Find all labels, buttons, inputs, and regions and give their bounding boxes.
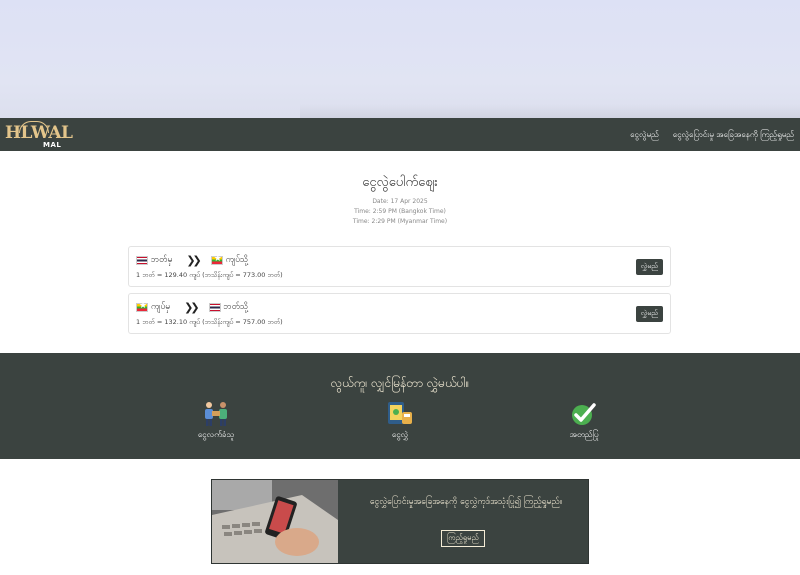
step-label: ငွေလွှဲ	[391, 430, 409, 439]
checkmark-icon	[544, 400, 624, 428]
step-label: အတည်ပြု	[569, 430, 599, 439]
double-chevron-right-icon: ❯❯	[184, 301, 200, 314]
nav-send-money[interactable]: ငွေလွဲမည်	[630, 129, 659, 141]
banner-text: ငွေလွှဲပြောင်းမှုအခြေအနေကို ငွေလွှဲကုဒ်အ…	[369, 497, 563, 507]
nav-links: ငွေလွဲမည် ငွေလွဲပြောင်းမှု အခြေအနေကို ကြ…	[630, 129, 794, 141]
hero-shadow	[300, 104, 800, 118]
transfer-button[interactable]: လွှဲမည်	[635, 306, 663, 322]
myanmar-flag-icon	[136, 301, 148, 312]
step-transfer: ငွေလွှဲ	[360, 400, 440, 441]
logo-sub-text: MAL	[43, 140, 62, 149]
exchange-rate-text: 1 ဘတ် = 132.10 ကျပ် (ဘသိန်းကျပ် = 757.00…	[136, 318, 283, 326]
rate-time-bangkok: Time: 2:59 PM (Bangkok Time)	[354, 208, 446, 215]
from-currency-label: ကျပ်မှ	[151, 301, 171, 312]
rate-card-header: ကျပ်မှ ❯❯ ဘတ်သို့	[136, 301, 248, 314]
exchange-rate-text: 1 ဘတ် = 129.40 ကျပ် (ဘသိန်းကျပ် = 773.00…	[136, 271, 283, 279]
steps-section: လွယ်ကူ၊ လျှင်မြန်တာ လွှဲမယ်ပါ။ ငွေလက်ခံသ…	[0, 353, 800, 459]
rate-card-mmk-thb: ကျပ်မှ ❯❯ ဘတ်သို့ 1 ဘတ် = 132.10 ကျပ် (ဘ…	[128, 293, 671, 334]
transfer-button[interactable]: လွှဲမည်	[635, 259, 663, 275]
from-currency-label: ဘတ်မှ	[151, 254, 173, 265]
rate-card-thb-mmk: ဘတ်မှ ❯❯ ကျပ်သို့ 1 ဘတ် = 129.40 ကျပ် (ဘ…	[128, 246, 671, 287]
myanmar-flag-icon	[210, 254, 223, 265]
people-exchange-icon	[176, 400, 256, 428]
rate-card-header: ဘတ်မှ ❯❯ ကျပ်သို့	[136, 254, 248, 267]
to-currency-label: ဘတ်သို့	[223, 301, 249, 312]
hero-banner	[0, 0, 800, 118]
step-recipient: ငွေလက်ခံသူ	[176, 400, 256, 441]
rate-date: Date: 17 Apr 2025	[372, 198, 428, 205]
page-title: ငွေလွဲပေါက်ဈေး	[362, 175, 438, 190]
step-confirm: အတည်ပြု	[544, 400, 624, 441]
thailand-flag-icon	[136, 256, 148, 265]
laptop-phone-image	[212, 480, 338, 563]
step-label: ငွေလက်ခံသူ	[197, 430, 235, 439]
to-currency-label: ကျပ်သို့	[225, 254, 249, 265]
view-status-button[interactable]: ကြည့်ရှုမည်	[441, 530, 485, 547]
logo[interactable]: HLWAL MAL	[5, 120, 73, 149]
thailand-flag-icon	[208, 303, 221, 312]
double-chevron-right-icon: ❯❯	[186, 254, 202, 267]
navbar: HLWAL MAL ငွေလွဲမည် ငွေလွဲပြောင်းမှု အခြ…	[0, 118, 800, 151]
rate-time-myanmar: Time: 2:29 PM (Myanmar Time)	[352, 218, 448, 225]
money-transfer-icon	[360, 400, 440, 428]
nav-check-status[interactable]: ငွေလွဲပြောင်းမှု အခြေအနေကို ကြည့်ရှုမည်	[673, 129, 794, 141]
steps-title: လွယ်ကူ၊ လျှင်မြန်တာ လွှဲမယ်ပါ။	[330, 376, 470, 390]
logo-main-text: HLWAL	[5, 122, 73, 143]
status-check-banner: ငွေလွှဲပြောင်းမှုအခြေအနေကို ငွေလွှဲကုဒ်အ…	[211, 479, 589, 564]
